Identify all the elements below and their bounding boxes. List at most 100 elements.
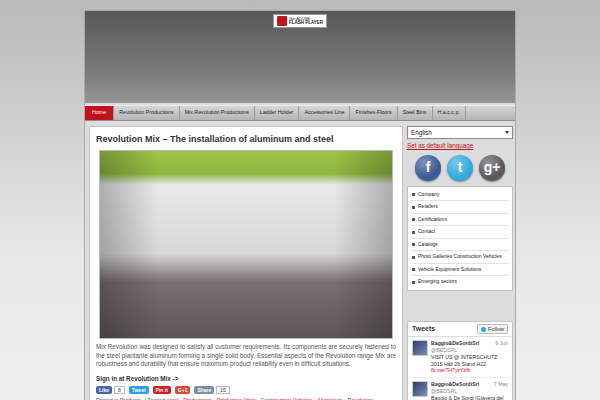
meta-link[interactable]: Aluminium, bbox=[317, 397, 344, 400]
sidebar-item[interactable]: Emerging sectors bbox=[411, 276, 509, 288]
tweets-header: Tweets Follow bbox=[408, 322, 512, 338]
share-button[interactable]: Like8 bbox=[96, 386, 125, 394]
nav-item[interactable]: Finishes-Floors bbox=[350, 106, 397, 120]
signin-link[interactable]: Sign in at Revolution Mix -> bbox=[96, 374, 396, 383]
nav-item[interactable]: Accessories Line bbox=[299, 106, 350, 120]
avatar bbox=[412, 381, 428, 397]
sidebar-item[interactable]: Photo Galleries Construction Vehicles bbox=[411, 251, 509, 264]
meta-link[interactable]: Production Vans, bbox=[217, 397, 258, 400]
sidebar-item-label: Retailers bbox=[418, 203, 438, 211]
nav-item[interactable]: Steel Bins bbox=[398, 106, 433, 120]
tweet-text: Baggio & De Sordi (Glavera del Montello)… bbox=[431, 395, 508, 400]
tweets-title: Tweets bbox=[412, 324, 435, 335]
avatar bbox=[412, 340, 428, 356]
meta-link[interactable]: Productions, bbox=[183, 397, 213, 400]
sidebar-item-label: Vehicle Equipment Solutions bbox=[418, 266, 481, 274]
sidebar-item-label: Company bbox=[418, 191, 439, 199]
tweet-date: 7 May bbox=[494, 381, 508, 388]
sidebar-item[interactable]: Contact bbox=[411, 226, 509, 239]
tweet-author[interactable]: Baggio&DeSordiSrl bbox=[431, 340, 479, 347]
social-icon[interactable]: g+ bbox=[479, 155, 505, 181]
tweet-date: 9 Jun bbox=[495, 340, 508, 347]
tweet-handle: @BEDSRL bbox=[431, 388, 508, 395]
nav-item[interactable]: Mix Revolution Productions bbox=[180, 106, 255, 120]
nav-item[interactable]: Ladder Holder bbox=[255, 106, 300, 120]
share-button[interactable]: Pin it bbox=[153, 386, 171, 394]
bullet-icon bbox=[412, 218, 415, 221]
post: Revolution Mix – The installation of alu… bbox=[89, 126, 403, 400]
sidebar-item-label: Certifications bbox=[418, 216, 447, 224]
sidebar-menu: Company Retailers Certifications Contact Cat… bbox=[407, 186, 513, 291]
main-nav: HomeRevolution ProductionsMix Revolution… bbox=[85, 105, 515, 121]
share-label: Share bbox=[194, 386, 214, 394]
flash-big: FLASH PLAYER bbox=[289, 21, 323, 26]
bullet-icon bbox=[412, 206, 415, 209]
bullet-icon bbox=[412, 268, 415, 271]
meta-link[interactable]: Revolution bbox=[348, 397, 373, 400]
meta-link[interactable]: steel, bbox=[167, 397, 180, 400]
tweet-handle: @BEDSRL bbox=[431, 347, 508, 354]
nav-item[interactable]: Home bbox=[85, 106, 114, 120]
share-label: Like bbox=[96, 386, 112, 394]
flash-badge[interactable]: Get ADOBEFLASH PLAYER bbox=[273, 14, 327, 28]
share-label: G+1 bbox=[175, 386, 191, 394]
post-title[interactable]: Revolution Mix – The installation of alu… bbox=[96, 133, 396, 147]
social-links: ftg+ bbox=[407, 155, 513, 181]
share-count: 8 bbox=[114, 386, 125, 394]
nav-item[interactable]: H.a.c.c.p. bbox=[433, 106, 466, 120]
flash-text: Get ADOBEFLASH PLAYER bbox=[289, 17, 323, 26]
tweet-author[interactable]: Baggio&DeSordiSrl bbox=[431, 381, 479, 388]
sidebar-item-label: Contact bbox=[418, 228, 435, 236]
bullet-icon bbox=[412, 193, 415, 196]
meta-link[interactable]: Products bbox=[120, 397, 141, 400]
sidebar-item[interactable]: Certifications bbox=[411, 214, 509, 227]
dropdown-arrow-icon bbox=[505, 131, 509, 134]
meta-text: Tagged bbox=[148, 397, 166, 400]
share-button[interactable]: Tweet bbox=[129, 386, 149, 394]
tweet-link[interactable]: fb.me/7H7yzYkfh bbox=[431, 367, 508, 374]
post-photo bbox=[99, 150, 393, 339]
follow-button[interactable]: Follow bbox=[477, 324, 508, 334]
bullet-icon bbox=[412, 243, 415, 246]
sidebar: English Set as default language ftg+ Compan… bbox=[407, 126, 513, 400]
sidebar-item-label: Catalogs bbox=[418, 241, 438, 249]
bullet-icon bbox=[412, 231, 415, 234]
share-button[interactable]: Share15 bbox=[194, 386, 229, 394]
language-value: English bbox=[411, 129, 432, 136]
tweet-text: VISIT US @ INTERSCHUTZ 2015 Hall 26 Stan… bbox=[431, 354, 508, 368]
sidebar-item[interactable]: Company bbox=[411, 189, 509, 202]
sidebar-item[interactable]: Catalogs bbox=[411, 239, 509, 252]
tweet[interactable]: Baggio&DeSordiSrl 9 Jun@BEDSRLVISIT US @ … bbox=[408, 337, 512, 378]
header: Get ADOBEFLASH PLAYER bbox=[85, 11, 515, 103]
share-label: Pin it bbox=[153, 386, 171, 394]
sidebar-item-label: Photo Galleries Construction Vehicles bbox=[418, 253, 502, 261]
sidebar-item[interactable]: Retailers bbox=[411, 201, 509, 214]
bird-icon bbox=[481, 327, 486, 332]
meta-link[interactable]: Construction Vehicles, bbox=[261, 397, 314, 400]
follow-label: Follow bbox=[488, 325, 504, 333]
flash-icon bbox=[277, 16, 287, 26]
tweet[interactable]: Baggio&DeSordiSrl 7 May@BEDSRLBaggio & De… bbox=[408, 378, 512, 400]
tweet-body: Baggio&DeSordiSrl 9 Jun@BEDSRLVISIT US @ … bbox=[431, 340, 508, 374]
bullet-icon bbox=[412, 281, 415, 284]
bullet-icon bbox=[412, 256, 415, 259]
share-bar: Like8 Tweet Pin it G+1Share15 bbox=[96, 386, 396, 394]
post-meta: Posted in Products | Tagged steel, Produ… bbox=[96, 397, 396, 400]
social-icon[interactable]: t bbox=[447, 155, 473, 181]
meta-text: | bbox=[145, 397, 146, 400]
sidebar-item-label: Emerging sectors bbox=[418, 278, 457, 286]
page: Get ADOBEFLASH PLAYERHomeRevolution Prod… bbox=[84, 10, 516, 400]
sidebar-item[interactable]: Vehicle Equipment Solutions bbox=[411, 264, 509, 277]
content: Revolution Mix – The installation of alu… bbox=[85, 121, 515, 400]
share-label: Tweet bbox=[129, 386, 149, 394]
share-button[interactable]: G+1 bbox=[175, 386, 191, 394]
social-icon[interactable]: f bbox=[415, 155, 441, 181]
nav-item[interactable]: Revolution Productions bbox=[114, 106, 179, 120]
share-count: 15 bbox=[216, 386, 230, 394]
post-body: Mix Revolution was designed to satisfy a… bbox=[96, 343, 396, 368]
language-select[interactable]: English bbox=[407, 126, 513, 139]
meta-text: Posted in bbox=[96, 397, 118, 400]
tweets-box: TweetsFollowBaggio&DeSordiSrl9 Jun@BEDSR… bbox=[407, 321, 513, 400]
tweet-top: Baggio&DeSordiSrl 9 Jun bbox=[431, 340, 508, 347]
default-language-link[interactable]: Set as default language bbox=[407, 141, 513, 150]
